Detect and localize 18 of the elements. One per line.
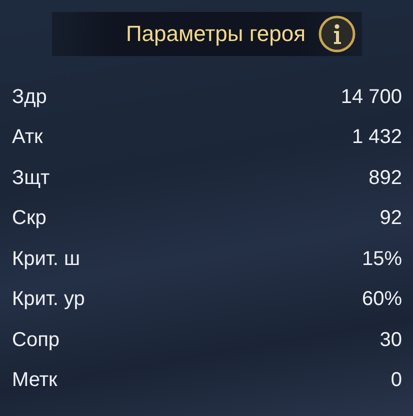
stat-label: Сопр — [12, 328, 60, 352]
stat-label: Скр — [12, 207, 46, 230]
stat-value: 0 — [390, 369, 402, 392]
stat-label: Крит. ш — [12, 248, 80, 271]
stat-value: 60% — [362, 288, 402, 312]
stat-value: 15% — [362, 248, 402, 271]
panel-title: Параметры героя — [126, 21, 306, 47]
stat-value: 14 700 — [340, 86, 402, 109]
stat-value: 892 — [368, 166, 402, 190]
stat-value: 92 — [380, 207, 402, 230]
stat-label: Атк — [12, 126, 43, 150]
stat-label: Крит. ур — [12, 288, 85, 312]
stat-label: Зщт — [12, 166, 50, 190]
stat-value: 30 — [380, 328, 402, 352]
stat-value: 1 432 — [352, 126, 402, 150]
stat-label: Метк — [12, 369, 58, 392]
info-icon[interactable] — [318, 15, 356, 53]
stat-label: Здр — [12, 86, 47, 109]
